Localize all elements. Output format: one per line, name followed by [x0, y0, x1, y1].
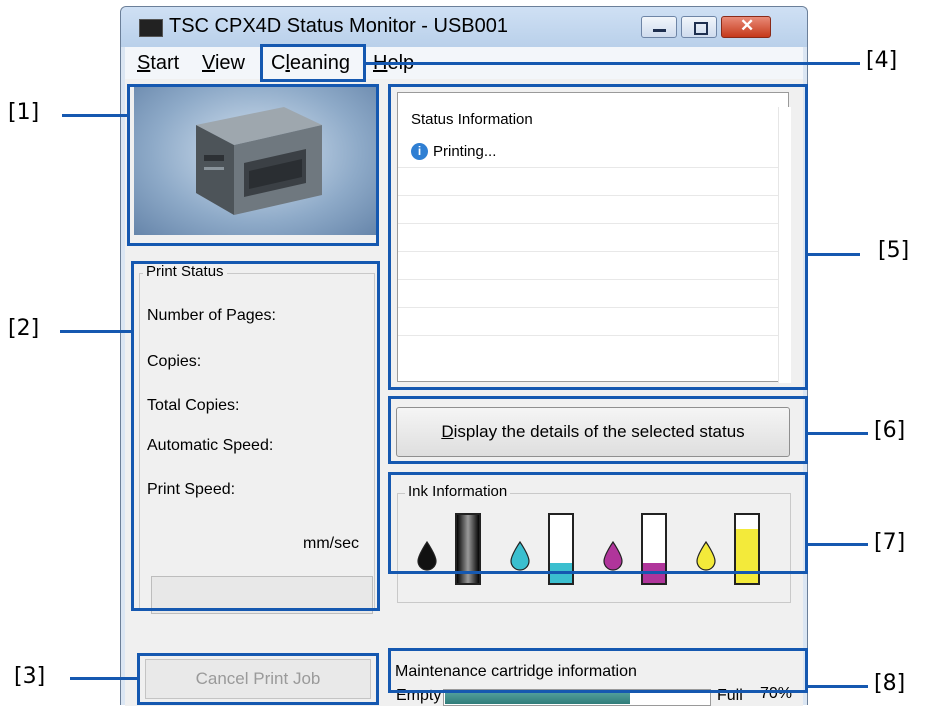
callout-line-8 — [808, 685, 868, 688]
callout-label-3: [3] — [14, 664, 46, 689]
printer-app-icon — [139, 19, 163, 37]
window-title: TSC CPX4D Status Monitor - USB001 — [169, 15, 509, 37]
callout-box-6 — [388, 396, 808, 464]
callout-label-8: [8] — [874, 671, 906, 696]
callout-box-8 — [388, 648, 808, 693]
callout-label-6: [6] — [874, 418, 906, 443]
maximize-button[interactable] — [681, 16, 717, 38]
callout-line-4 — [366, 62, 860, 65]
callout-label-1: [1] — [8, 100, 40, 125]
callout-line-2 — [60, 330, 132, 333]
callout-box-4 — [260, 44, 366, 82]
maximize-icon — [694, 22, 708, 35]
callout-box-3 — [137, 653, 379, 705]
callout-box-5 — [388, 84, 808, 390]
callout-box-7 — [388, 472, 808, 574]
title-bar[interactable]: TSC CPX4D Status Monitor - USB001 ✕ — [121, 7, 807, 47]
callout-line-6 — [808, 432, 868, 435]
callout-box-2 — [131, 261, 380, 611]
menu-start[interactable]: Start — [137, 52, 179, 75]
callout-label-7: [7] — [874, 530, 906, 555]
callout-label-5: [5] — [878, 238, 910, 263]
minimize-button[interactable] — [641, 16, 677, 38]
menu-view[interactable]: View — [202, 52, 245, 75]
callout-line-7 — [808, 543, 868, 546]
callout-label-4: [4] — [866, 48, 898, 73]
callout-line-5 — [808, 253, 860, 256]
callout-line-3 — [70, 677, 138, 680]
callout-label-2: [2] — [8, 316, 40, 341]
minimize-icon — [653, 29, 666, 32]
callout-line-1 — [62, 114, 128, 117]
close-button[interactable]: ✕ — [721, 16, 771, 38]
callout-box-1 — [127, 84, 379, 246]
close-icon: ✕ — [740, 16, 755, 35]
